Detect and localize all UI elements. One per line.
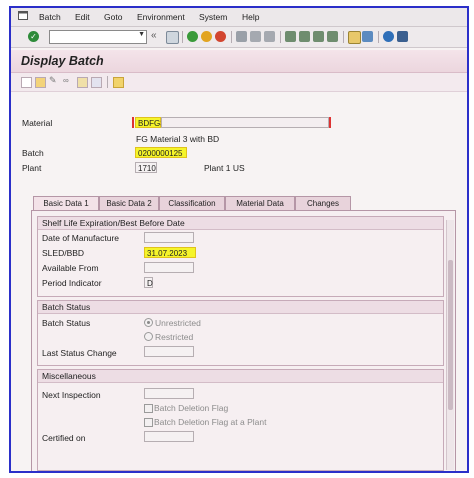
available-from-field[interactable] <box>144 262 194 273</box>
tab-basic-data-2[interactable]: Basic Data 2 <box>99 196 159 210</box>
next-page-icon[interactable] <box>313 31 324 42</box>
deletion-flag-plant-checkbox[interactable] <box>144 418 153 427</box>
help-icon[interactable] <box>383 31 394 42</box>
miscellaneous-title: Miscellaneous <box>42 371 96 381</box>
miscellaneous-group: Miscellaneous Next Inspection Batch Dele… <box>37 369 444 471</box>
scrollbar-thumb[interactable] <box>448 260 453 410</box>
deletion-flag-plant-label: Batch Deletion Flag at a Plant <box>154 417 267 427</box>
menu-goto[interactable]: Goto <box>104 12 122 22</box>
material-description: FG Material 3 with BD <box>136 134 220 144</box>
page-title: Display Batch <box>21 54 104 68</box>
sled-field[interactable]: 31.07.2023 <box>144 247 196 258</box>
group-header: Miscellaneous <box>38 370 443 383</box>
toolbar-separator <box>343 31 344 43</box>
batch-status-title: Batch Status <box>42 302 91 312</box>
deletion-flag-label: Batch Deletion Flag <box>154 403 229 413</box>
exit-icon[interactable] <box>201 31 212 42</box>
batch-status-group: Batch Status Batch Status Unrestricted R… <box>37 300 444 366</box>
tab-changes[interactable]: Changes <box>295 196 351 210</box>
date-of-manufacture-label: Date of Manufacture <box>42 233 120 243</box>
application-toolbar: ✎ ∞ <box>11 73 467 92</box>
tab-panel-basic-data-1: Shelf Life Expiration/Best Before Date D… <box>31 210 456 471</box>
date-of-manufacture-field[interactable] <box>144 232 194 243</box>
toolbar-separator <box>280 31 281 43</box>
back-icon[interactable] <box>187 31 198 42</box>
next-inspection-label: Next Inspection <box>42 390 101 400</box>
back-chevron-icon[interactable]: « <box>151 30 157 41</box>
previous-page-icon[interactable] <box>299 31 310 42</box>
shelf-life-group: Shelf Life Expiration/Best Before Date D… <box>37 216 444 297</box>
tab-basic-data-1[interactable]: Basic Data 1 <box>33 196 99 211</box>
first-page-icon[interactable] <box>285 31 296 42</box>
radio-restricted-label: Restricted <box>155 332 194 342</box>
plant-label: Plant <box>22 163 42 173</box>
period-indicator-label: Period Indicator <box>42 278 102 288</box>
glasses-icon[interactable]: ∞ <box>63 76 72 85</box>
vertical-scrollbar[interactable] <box>446 220 454 470</box>
material-field[interactable]: BDFG3 <box>135 117 165 128</box>
create-shortcut-icon[interactable] <box>362 31 373 42</box>
batch-field[interactable]: 0200000125 <box>135 147 187 158</box>
available-from-label: Available From <box>42 263 99 273</box>
print-icon[interactable] <box>236 31 247 42</box>
sap-window: Batch Edit Goto Environment System Help … <box>9 6 469 473</box>
command-field[interactable]: ▼ <box>49 30 147 44</box>
edit-pencil-icon[interactable]: ✎ <box>49 75 58 85</box>
plant-description: Plant 1 US <box>204 163 245 173</box>
radio-restricted[interactable] <box>144 332 153 341</box>
app-menu-icon[interactable] <box>18 11 28 20</box>
documents-icon[interactable] <box>91 77 102 88</box>
menu-help[interactable]: Help <box>242 12 259 22</box>
sled-label: SLED/BBD <box>42 248 85 258</box>
last-status-change-label: Last Status Change <box>42 348 117 358</box>
radio-unrestricted-label: Unrestricted <box>155 318 201 328</box>
menu-environment[interactable]: Environment <box>137 12 185 22</box>
find-next-icon[interactable] <box>264 31 275 42</box>
material-field-extension[interactable] <box>161 117 329 128</box>
cancel-icon[interactable] <box>215 31 226 42</box>
menu-edit[interactable]: Edit <box>75 12 90 22</box>
certified-on-label: Certified on <box>42 433 86 443</box>
find-icon[interactable] <box>250 31 261 42</box>
material-label: Material <box>22 118 53 128</box>
next-inspection-field[interactable] <box>144 388 194 399</box>
radio-unrestricted[interactable] <box>144 318 153 327</box>
copy-icon[interactable] <box>77 77 88 88</box>
plant-field[interactable]: 1710 <box>135 162 157 173</box>
tab-classification[interactable]: Classification <box>159 196 225 210</box>
new-document-icon[interactable] <box>21 77 32 88</box>
display-change-icon[interactable] <box>35 77 46 88</box>
batch-status-label: Batch Status <box>42 318 91 328</box>
menu-system[interactable]: System <box>199 12 227 22</box>
toolbar-separator <box>378 31 379 43</box>
tab-material-data[interactable]: Material Data <box>225 196 295 210</box>
batch-label: Batch <box>22 148 44 158</box>
shelf-life-title: Shelf Life Expiration/Best Before Date <box>42 218 185 228</box>
chevron-down-icon[interactable]: ▼ <box>138 31 145 38</box>
where-used-icon[interactable] <box>113 77 124 88</box>
toolbar-separator <box>231 31 232 43</box>
title-bar: Display Batch <box>11 50 467 73</box>
deletion-flag-checkbox[interactable] <box>144 404 153 413</box>
save-icon[interactable] <box>166 31 179 44</box>
last-status-change-field[interactable] <box>144 346 194 357</box>
layout-menu-icon[interactable] <box>397 31 408 42</box>
group-header: Shelf Life Expiration/Best Before Date <box>38 217 443 230</box>
menu-bar: Batch Edit Goto Environment System Help <box>11 8 467 27</box>
standard-toolbar: ✓ ▼ « <box>11 27 467 48</box>
toolbar-separator <box>107 76 108 88</box>
last-page-icon[interactable] <box>327 31 338 42</box>
new-session-icon[interactable] <box>348 31 361 44</box>
enter-check-icon[interactable]: ✓ <box>28 31 39 42</box>
content-area: Material BDFG3 FG Material 3 with BD Bat… <box>11 92 467 471</box>
menu-batch[interactable]: Batch <box>39 12 61 22</box>
certified-on-field[interactable] <box>144 431 194 442</box>
toolbar-separator <box>182 31 183 43</box>
required-marker <box>329 117 334 128</box>
period-indicator-field[interactable]: D <box>144 277 153 288</box>
group-header: Batch Status <box>38 301 443 314</box>
